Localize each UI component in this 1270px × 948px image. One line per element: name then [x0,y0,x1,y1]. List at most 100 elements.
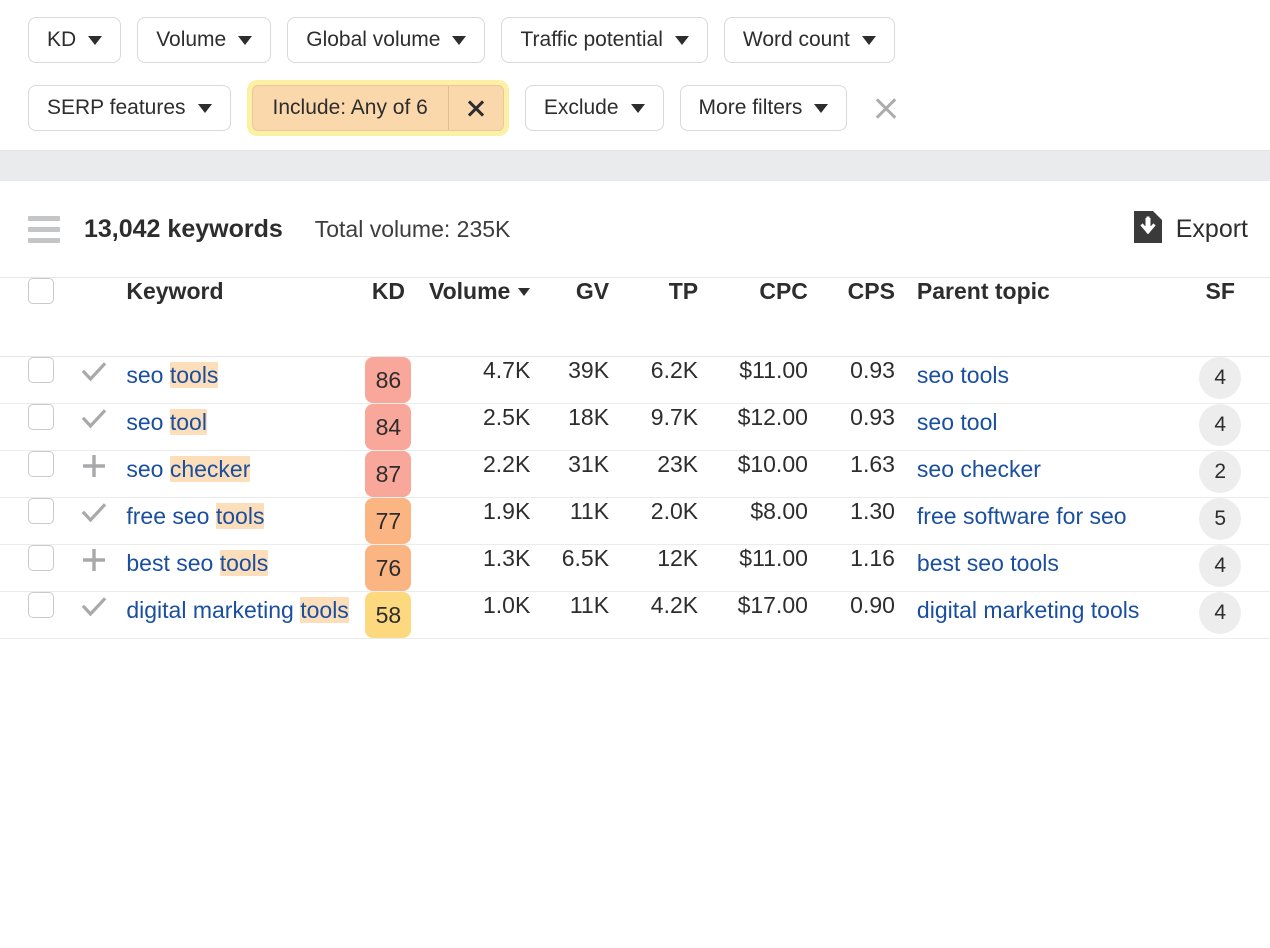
column-header-sf[interactable]: SF [1170,278,1270,357]
check-icon[interactable] [79,357,109,391]
parent-topic-link[interactable]: best seo tools [917,550,1059,576]
row-checkbox[interactable] [28,404,54,430]
filter-serp-features[interactable]: SERP features [28,85,231,131]
cpc-cell: $11.00 [698,545,808,592]
filter-word-count[interactable]: Word count [724,17,895,63]
cpc-cell: $12.00 [698,404,808,451]
column-header-cps[interactable]: CPS [808,278,895,357]
sf-badge: 5 [1199,498,1241,540]
keyword-link[interactable]: seo tool [126,409,207,435]
column-header-volume[interactable]: Volume [427,278,531,357]
parent-topic-link[interactable]: seo tools [917,362,1009,388]
filter-traffic-potential[interactable]: Traffic potential [501,17,707,63]
tp-value: 6.2K [651,357,698,383]
keyword-link[interactable]: seo checker [126,456,250,482]
filter-word-count-label: Word count [743,28,850,52]
table-row[interactable]: free seo tools771.9K11K2.0K$8.001.30free… [0,498,1270,545]
check-icon[interactable] [79,498,109,532]
table-row[interactable]: seo tools864.7K39K6.2K$11.000.93seo tool… [0,357,1270,404]
kd-cell: 58 [350,592,427,639]
plus-icon[interactable] [79,545,109,579]
filter-global-volume[interactable]: Global volume [287,17,485,63]
row-action-cell [79,404,127,451]
include-filter-pill[interactable]: Include: Any of 6 [252,85,504,131]
keyword-link[interactable]: best seo tools [126,550,268,576]
keyword-cell: seo checker [126,451,350,498]
keyword-text-plain: seo [126,362,169,388]
volume-cell: 2.2K [427,451,531,498]
row-select-cell [0,451,79,498]
gv-value: 11K [570,592,609,618]
filter-more-filters[interactable]: More filters [680,85,848,131]
table-row[interactable]: best seo tools761.3K6.5K12K$11.001.16bes… [0,545,1270,592]
select-all-checkbox[interactable] [28,278,54,304]
chevron-down-icon [631,104,645,113]
cps-cell: 0.93 [808,357,895,404]
column-header-gv[interactable]: GV [530,278,609,357]
tp-value: 9.7K [651,404,698,430]
kd-badge: 87 [365,451,411,497]
column-header-kd[interactable]: KD [350,278,427,357]
keyword-link[interactable]: seo tools [126,362,218,388]
filter-volume[interactable]: Volume [137,17,271,63]
filter-bar: KD Volume Global volume Traffic potentia… [0,0,1270,134]
filter-kd[interactable]: KD [28,17,121,63]
column-header-keyword[interactable]: Keyword [126,278,350,357]
cpc-cell: $17.00 [698,592,808,639]
filter-volume-label: Volume [156,28,226,52]
kd-cell: 87 [350,451,427,498]
filter-row-primary: KD Volume Global volume Traffic potentia… [28,14,1270,66]
row-checkbox[interactable] [28,545,54,571]
filter-global-volume-label: Global volume [306,28,440,52]
volume-cell: 1.3K [427,545,531,592]
row-checkbox[interactable] [28,451,54,477]
row-select-cell [0,545,79,592]
sf-badge: 2 [1199,451,1241,493]
tp-value: 12K [657,545,698,571]
filter-serp-features-label: SERP features [47,96,186,120]
row-checkbox[interactable] [28,592,54,618]
parent-topic-link[interactable]: seo tool [917,409,998,435]
sf-cell: 2 [1170,451,1270,498]
row-action-cell [79,498,127,545]
sf-badge: 4 [1199,404,1241,446]
filter-kd-label: KD [47,28,76,52]
cpc-cell: $10.00 [698,451,808,498]
parent-topic-link[interactable]: digital marketing tools [917,597,1139,623]
check-icon[interactable] [79,592,109,626]
table-body: seo tools864.7K39K6.2K$11.000.93seo tool… [0,357,1270,639]
column-header-tp[interactable]: TP [609,278,698,357]
cps-cell: 0.93 [808,404,895,451]
keyword-text-highlight: tools [170,362,219,388]
parent-topic-link[interactable]: free software for seo [917,503,1127,529]
keyword-link[interactable]: free seo tools [126,503,264,529]
column-header-cpc[interactable]: CPC [698,278,808,357]
menu-icon[interactable] [28,216,60,243]
plus-icon[interactable] [79,451,109,485]
row-checkbox[interactable] [28,357,54,383]
volume-cell: 1.9K [427,498,531,545]
table-row[interactable]: seo checker872.2K31K23K$10.001.63seo che… [0,451,1270,498]
filter-exclude[interactable]: Exclude [525,85,664,131]
row-checkbox[interactable] [28,498,54,524]
cpc-value: $17.00 [738,592,808,618]
cps-value: 1.63 [850,451,895,477]
keyword-link[interactable]: digital marketing tools [126,597,348,623]
gv-value: 39K [568,357,609,383]
table-row[interactable]: seo tool842.5K18K9.7K$12.000.93seo tool4 [0,404,1270,451]
table-row[interactable]: digital marketing tools581.0K11K4.2K$17.… [0,592,1270,639]
clear-all-filters-button[interactable] [869,91,903,125]
keyword-text-plain: best seo [126,550,219,576]
keyword-cell: free seo tools [126,498,350,545]
parent-topic-link[interactable]: seo checker [917,456,1041,482]
volume-sort-control[interactable]: Volume [429,278,530,305]
include-filter-remove-button[interactable] [448,86,503,130]
export-button[interactable]: Export [1134,211,1248,248]
cps-value: 1.30 [850,498,895,524]
parent-topic-cell: best seo tools [895,545,1171,592]
export-label: Export [1176,215,1248,244]
column-header-parent-topic[interactable]: Parent topic [895,278,1171,357]
cpc-cell: $11.00 [698,357,808,404]
chevron-down-icon [88,36,102,45]
check-icon[interactable] [79,404,109,438]
